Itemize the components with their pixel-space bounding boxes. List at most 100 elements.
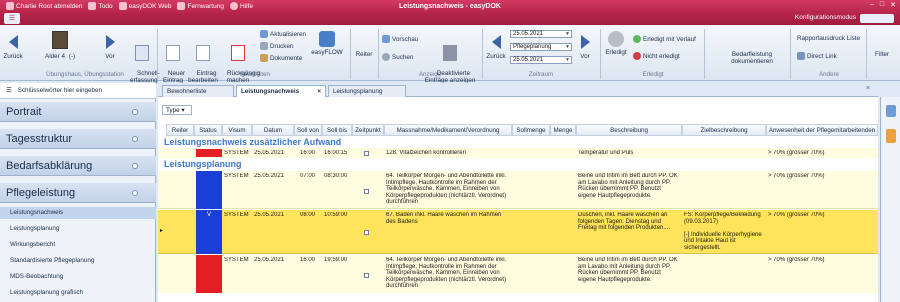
schnellerfassung-button[interactable]: Schnell- erfassung <box>130 31 160 91</box>
table-row-selected[interactable]: ▸ V SYSTEM 25.05.2021 08:00 10:59:00 67.… <box>158 210 878 254</box>
col-header[interactable]: Visum <box>222 124 252 136</box>
arrow-left-icon <box>491 35 501 49</box>
col-header[interactable]: Status <box>194 124 222 136</box>
refresh-label: Aktualisieren <box>270 30 307 38</box>
direct-link-label: Direct Link <box>807 52 837 60</box>
period-back-button[interactable] <box>487 35 505 51</box>
table-row[interactable]: SYSTEM 25.05.2021 07:00 08:30:00 64. Tei… <box>158 171 878 209</box>
undo-button[interactable]: Rückgängig machen <box>220 31 260 91</box>
col-header[interactable]: Massnahme/Medikament/Verordnung <box>384 124 512 136</box>
app-menu-icon[interactable]: ☰ <box>4 13 20 24</box>
zeitpunkt-checkbox[interactable] <box>364 189 369 194</box>
col-header[interactable]: Beschreibung <box>576 124 682 136</box>
clipboard-icon[interactable] <box>886 129 896 143</box>
user-icon <box>6 2 14 10</box>
date-from-field[interactable]: 25.05.2021 ▼ <box>510 30 572 38</box>
back-button[interactable] <box>4 35 22 51</box>
chevron-down-icon: ▼ <box>565 44 570 50</box>
nav-item-standard-pflegeplanung[interactable]: Standardisierte Pflegeplanung <box>0 255 156 267</box>
print-button[interactable]: Drucken <box>260 42 293 50</box>
erledigt-verlauf-button[interactable]: Erledigt mit Verlauf <box>633 35 696 43</box>
col-header[interactable]: Zeitpunkt <box>352 124 384 136</box>
separator <box>704 29 705 79</box>
rapport-button[interactable]: Rapportausdruck Liste <box>797 35 860 42</box>
structure-icon[interactable] <box>886 105 896 117</box>
filter-button[interactable]: Filter <box>869 51 895 58</box>
resident-photo <box>52 31 68 49</box>
todo-link[interactable]: Todo <box>88 2 113 10</box>
period-forward-label: Vor <box>580 53 590 60</box>
nav-group-portrait[interactable]: Portrait <box>0 102 156 122</box>
forward-label: Vor <box>105 53 115 60</box>
nav-group-tagesstruktur[interactable]: Tagesstruktur <box>0 129 156 149</box>
col-header[interactable]: Soll von <box>294 124 322 136</box>
easyflow-button[interactable]: easyFLOW <box>310 31 344 56</box>
col-header[interactable]: Reiter <box>166 124 194 136</box>
col-header[interactable]: Datum <box>252 124 294 136</box>
minimize-icon[interactable]: – <box>870 1 874 9</box>
date-to-field[interactable]: 25.05.2021 ▼ <box>510 56 572 64</box>
erledigt-button[interactable]: Erledigt <box>603 31 629 56</box>
separator <box>600 29 601 79</box>
col-header[interactable]: Anwesenheit der Pflegemitarbeitenden <box>766 124 878 136</box>
preview-button[interactable]: Vorschau <box>382 35 418 43</box>
chevron-icon <box>132 136 138 142</box>
nav-group-bedarfsabklaerung[interactable]: Bedarfsabklärung <box>0 156 156 176</box>
refresh-button[interactable]: Aktualisieren <box>260 30 306 38</box>
table-row[interactable]: SYSTEM 25.05.2021 16:00 16:00:15 128. Vi… <box>158 148 878 158</box>
nicht-erledigt-button[interactable]: Nicht erledigt <box>633 52 680 60</box>
bedarf-label: Bedarfleistung dokumentieren <box>731 51 773 65</box>
visum-cell: SYSTEM <box>224 257 249 263</box>
forward-button[interactable] <box>101 35 119 51</box>
undo-doc-icon <box>231 45 245 61</box>
zeitpunkt-checkbox[interactable] <box>364 273 369 278</box>
edit-doc-icon <box>196 45 210 61</box>
reiter-button[interactable]: Reiter <box>353 51 375 58</box>
fernwartung-link[interactable]: Fernwartung <box>177 2 224 10</box>
type-select[interactable]: Type ▾ <box>162 105 192 115</box>
resident-name[interactable]: Alder 4 <box>44 53 66 60</box>
nav-group-pflegeleistung[interactable]: Pflegeleistung <box>0 183 156 203</box>
keyword-search[interactable]: ☰ Schlüsselwörter hier eingeben <box>0 83 156 99</box>
konfig-toggle[interactable] <box>860 14 894 23</box>
show-deactivated-button[interactable]: Deaktivierte Einträge anzeigen <box>422 31 478 91</box>
web-link[interactable]: easyDOK Web <box>118 2 171 10</box>
col-header[interactable]: Zielbeschreibung <box>682 124 766 136</box>
col-header[interactable]: Sollmenge <box>512 124 550 136</box>
rapport-label: Rapportausdruck Liste <box>797 35 861 42</box>
grid-area: Type ▾ Reiter Status Visum Datum Soll vo… <box>158 97 878 302</box>
edit-entry-button[interactable]: Eintrag bearbeiten <box>188 31 218 91</box>
maximize-icon[interactable]: □ <box>880 1 884 9</box>
new-entry-button[interactable]: Neuer Eintrag <box>160 31 186 91</box>
bis-cell: 16:00:15 <box>324 150 348 156</box>
documents-button[interactable]: Dokumente <box>260 54 302 62</box>
todo-icon <box>88 2 97 10</box>
nav-item-leistungsnachweis[interactable]: Leistungsnachweis <box>0 207 156 219</box>
tab-bewohnerliste[interactable]: Bewohnerliste <box>162 85 234 97</box>
close-icon[interactable]: × <box>317 86 321 97</box>
zeitpunkt-checkbox[interactable] <box>364 230 369 235</box>
group-label-andere: Andere <box>819 71 839 78</box>
help-link[interactable]: Hilfe <box>229 2 253 10</box>
tab-leistungsplanung[interactable]: Leistungsplanung <box>328 85 406 97</box>
tab-label: Leistungsnachweis <box>241 88 300 95</box>
close-icon[interactable]: ✕ <box>890 1 896 9</box>
bedarf-button[interactable]: Bedarfleistung dokumentieren <box>718 51 786 65</box>
nav-item-leistungsplanung[interactable]: Leistungsplanung <box>0 223 156 235</box>
logout-link[interactable]: Charlie Root abmelden <box>6 2 82 10</box>
nav-item-mds[interactable]: MDS-Beobachtung <box>0 271 156 283</box>
nav-item-wirkungsbericht[interactable]: Wirkungsbericht <box>0 239 156 251</box>
refresh-icon <box>260 30 268 38</box>
erledigt-label: Erledigt <box>605 49 627 56</box>
direct-link-button[interactable]: Direct Link <box>797 52 837 60</box>
table-row[interactable]: SYSTEM 25.05.2021 16:00 19:59:00 64. Tei… <box>158 255 878 293</box>
zeitpunkt-checkbox[interactable] <box>364 151 369 156</box>
preview-label: Vorschau <box>392 35 419 43</box>
col-header[interactable]: Menge <box>550 124 576 136</box>
col-header[interactable]: Soll bis <box>322 124 352 136</box>
search-button[interactable]: Suchen <box>382 53 413 61</box>
period-forward-button[interactable] <box>576 35 594 51</box>
plan-select[interactable]: Pflegeplanung ▼ <box>510 43 572 51</box>
nav-item-grafisch[interactable]: Leistungsplanung grafisch <box>0 287 156 299</box>
close-icon[interactable]: × <box>866 85 870 92</box>
